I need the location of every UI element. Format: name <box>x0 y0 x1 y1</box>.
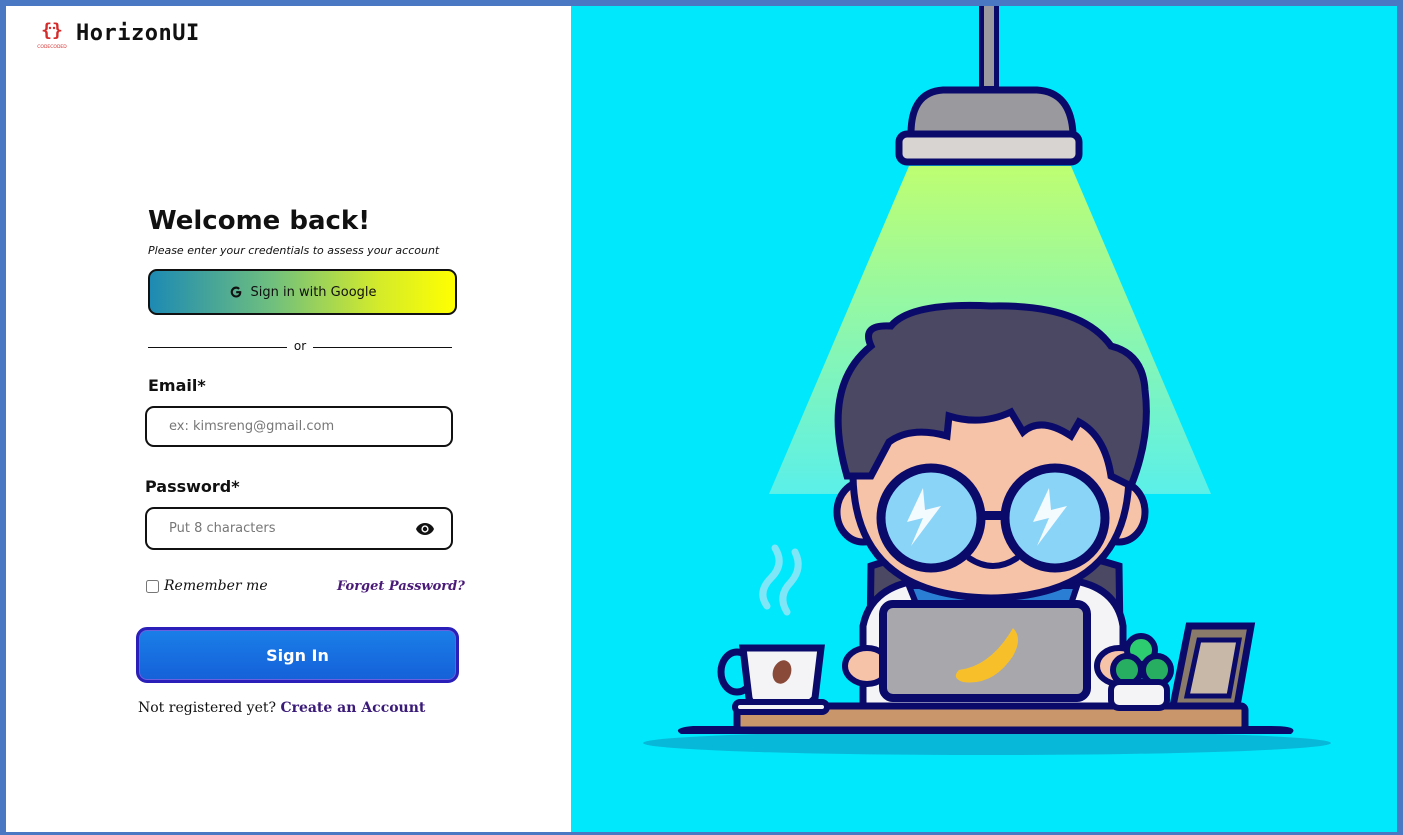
divider-text: or <box>293 339 307 353</box>
create-account-link[interactable]: Create an Account <box>280 700 425 716</box>
divider-line-right <box>313 347 452 348</box>
or-divider: or <box>148 338 452 358</box>
laptop-icon <box>879 600 1091 702</box>
register-prompt-text: Not registered yet? <box>138 700 276 716</box>
google-signin-button[interactable]: Sign in with Google <box>148 269 457 315</box>
sign-in-label: Sign In <box>266 645 329 665</box>
register-prompt: Not registered yet? Create an Account <box>138 700 425 716</box>
login-panel: {} CODECODED HorizonUI Welcome back! Ple… <box>6 6 571 832</box>
sign-in-button[interactable]: Sign In <box>136 627 459 683</box>
eye-icon[interactable] <box>415 521 435 537</box>
ceiling-lamp-icon <box>895 6 1083 166</box>
google-signin-label: Sign in with Google <box>250 284 377 300</box>
email-input[interactable] <box>147 408 451 445</box>
illustration-panel <box>571 6 1397 832</box>
coffee-cup-icon <box>717 544 830 715</box>
curly-braces-logo-icon: {} CODECODED <box>37 20 67 50</box>
password-input[interactable] <box>147 509 451 548</box>
logo-text: CODECODED <box>37 44 67 50</box>
brand: {} CODECODED HorizonUI <box>36 16 200 50</box>
google-g-icon <box>231 286 242 298</box>
brand-name: HorizonUI <box>76 20 200 46</box>
page-title: Welcome back! <box>148 206 371 236</box>
forgot-password-link[interactable]: Forget Password? <box>337 579 465 594</box>
developer-illustration <box>643 6 1331 755</box>
email-field-wrapper <box>145 406 453 447</box>
password-field-wrapper <box>145 507 453 550</box>
photo-frame-icon <box>1168 622 1256 710</box>
remember-me-checkbox[interactable] <box>146 579 159 593</box>
password-label: Password* <box>145 477 240 496</box>
remember-me: Remember me <box>146 578 268 594</box>
email-label: Email* <box>148 376 206 395</box>
remember-me-label: Remember me <box>164 578 268 594</box>
svg-text:{}: {} <box>41 20 63 41</box>
app-frame: {} CODECODED HorizonUI Welcome back! Ple… <box>0 0 1403 835</box>
page-subtitle: Please enter your credentials to assess … <box>148 244 440 257</box>
